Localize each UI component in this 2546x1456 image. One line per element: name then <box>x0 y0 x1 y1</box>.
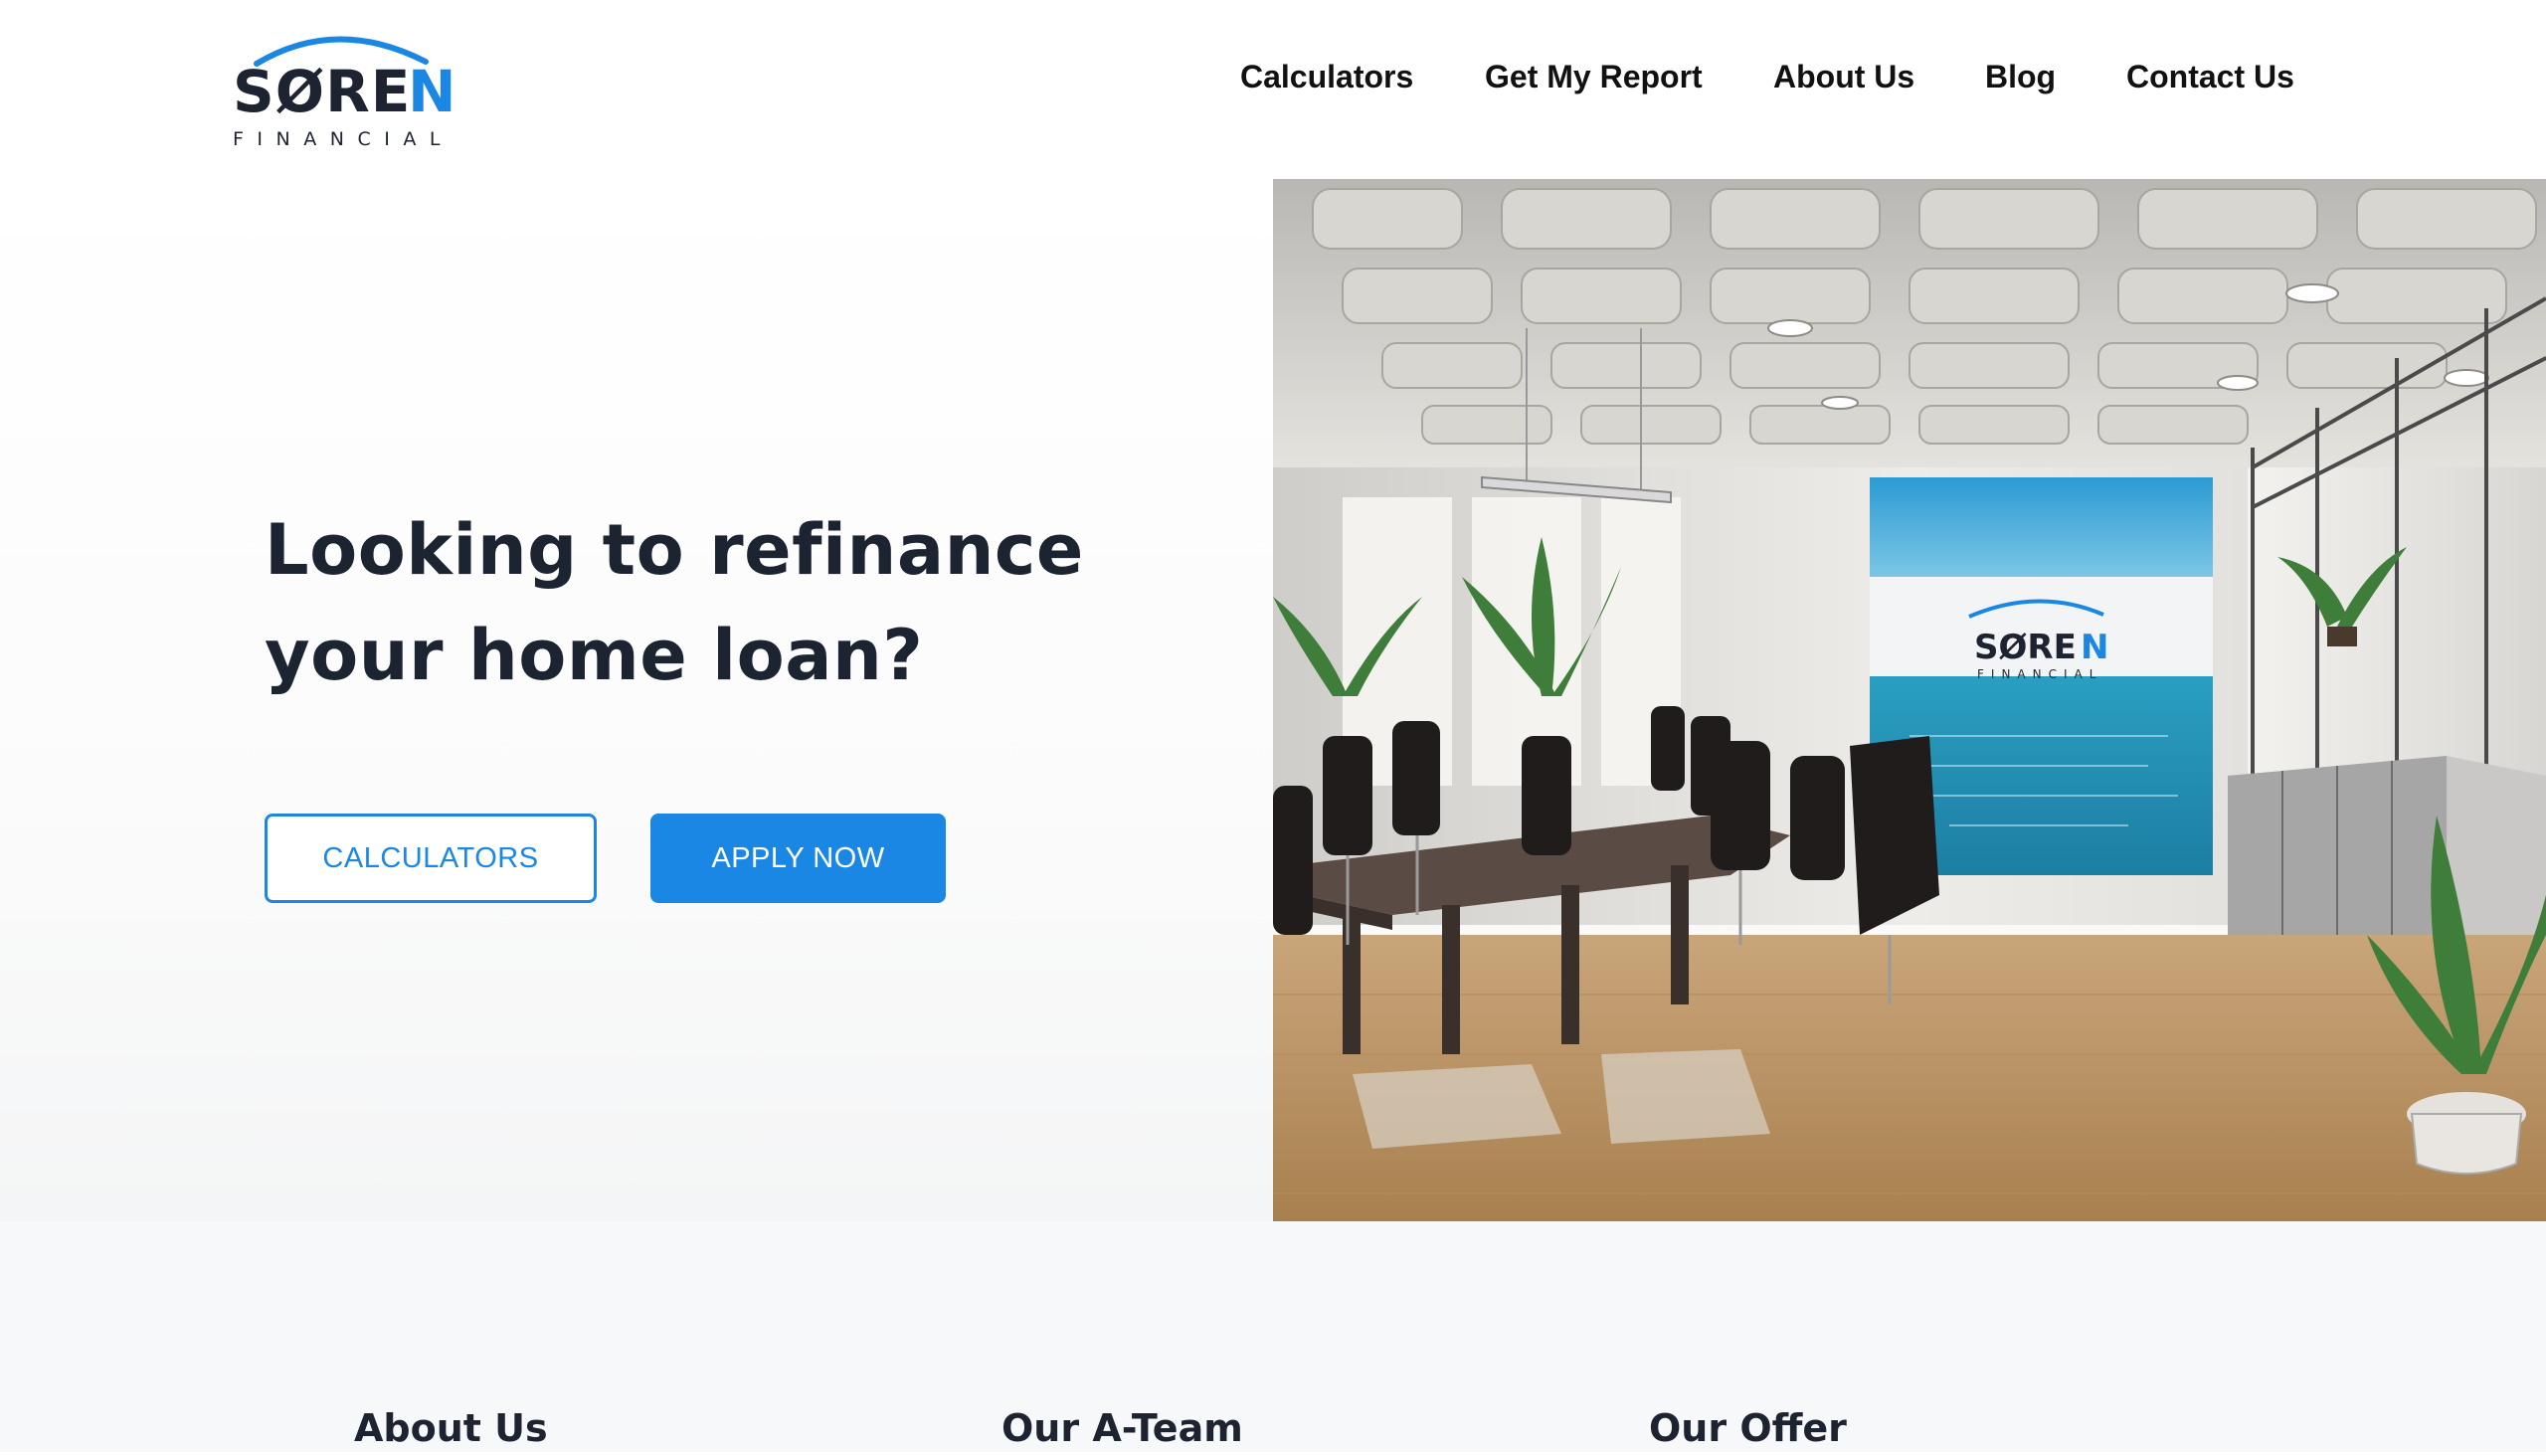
office-boardroom-image: SØRE N FINANCIAL <box>1273 179 2546 1221</box>
about-us-heading: About Us <box>354 1406 548 1450</box>
info-sections: About Us Our A-Team Our Offer <box>0 1221 2546 1452</box>
site-header: SØRE N FINANCIAL Calculators Get My Repo… <box>0 0 2546 179</box>
nav-calculators[interactable]: Calculators <box>1240 52 1413 101</box>
nav-get-my-report[interactable]: Get My Report <box>1485 52 1703 101</box>
nav-blog[interactable]: Blog <box>1985 52 2056 101</box>
svg-text:FINANCIAL: FINANCIAL <box>1977 667 2102 681</box>
main-navigation: Calculators Get My Report About Us Blog … <box>0 52 2546 101</box>
hero-title: Looking to refinance your home loan? <box>265 497 1160 708</box>
apply-now-button[interactable]: APPLY NOW <box>650 814 946 903</box>
nav-contact-us[interactable]: Contact Us <box>2126 52 2294 101</box>
svg-text:FINANCIAL: FINANCIAL <box>233 128 454 150</box>
our-offer-heading: Our Offer <box>1649 1406 1847 1450</box>
our-a-team-heading: Our A-Team <box>1001 1406 1243 1450</box>
nav-about-us[interactable]: About Us <box>1773 52 1914 101</box>
svg-text:SØRE: SØRE <box>1974 628 2077 667</box>
hero-section: Looking to refinance your home loan? CAL… <box>0 179 2546 1221</box>
calculators-button[interactable]: CALCULATORS <box>265 814 597 903</box>
hero-title-line-2: your home loan? <box>265 615 924 696</box>
svg-text:N: N <box>2081 628 2108 667</box>
hero-title-line-1: Looking to refinance <box>265 509 1084 591</box>
